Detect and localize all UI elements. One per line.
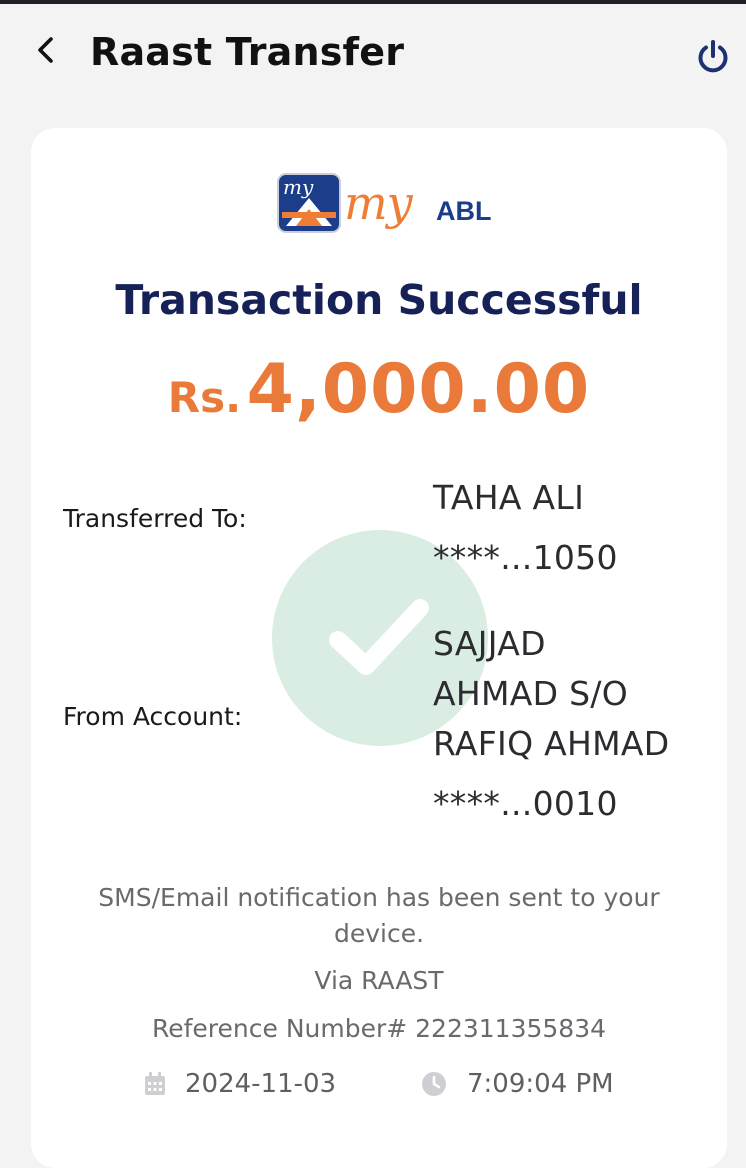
amount-value: 4,000.00	[246, 350, 591, 429]
logo-brand-text: ABL	[436, 196, 492, 226]
time-value: 7:09:04 PM	[467, 1069, 614, 1099]
date-value: 2024-11-03	[185, 1069, 337, 1099]
app-header: Raast Transfer	[0, 4, 746, 100]
reference-number: Reference Number# 222311355834	[151, 1014, 607, 1043]
transaction-status-title: Transaction Successful	[115, 276, 643, 324]
back-button[interactable]	[28, 30, 64, 70]
logout-button[interactable]	[690, 34, 736, 80]
amount-currency: Rs.	[167, 373, 242, 422]
sender-name-line-3: RAFIQ AHMAD	[433, 724, 670, 763]
checkmark-icon	[329, 599, 429, 675]
sender-account: ****...0010	[433, 784, 618, 823]
notification-message: SMS/Email notification has been sent to …	[98, 883, 660, 948]
calendar-icon	[145, 1072, 165, 1095]
recipient-name: TAHA ALI	[433, 478, 585, 517]
transfer-amount: Rs. 4,000.00	[31, 350, 727, 429]
logo-script-text: my	[344, 176, 413, 230]
sender-name-line-1: SAJJAD	[433, 624, 546, 663]
transaction-time: 7:09:04 PM	[421, 1066, 614, 1102]
transaction-date: 2024-11-03	[143, 1066, 336, 1102]
transferred-to-label: Transferred To:	[63, 504, 247, 533]
recipient-account: ****...1050	[433, 538, 618, 577]
from-account-label: From Account:	[63, 702, 243, 731]
abl-emblem-icon: my	[277, 173, 341, 233]
svg-text:my: my	[283, 175, 314, 199]
clock-icon	[422, 1072, 446, 1096]
page-title: Raast Transfer	[90, 30, 405, 74]
payment-channel: Via RAAST	[314, 966, 444, 995]
sender-name-line-2: AHMAD S/O	[433, 674, 629, 713]
power-icon	[698, 40, 728, 73]
receipt-card: my my ABL Transaction Successful Rs. 4,0…	[31, 128, 727, 1168]
chevron-left-icon	[38, 37, 53, 63]
myabl-logo: my my ABL	[276, 170, 492, 242]
